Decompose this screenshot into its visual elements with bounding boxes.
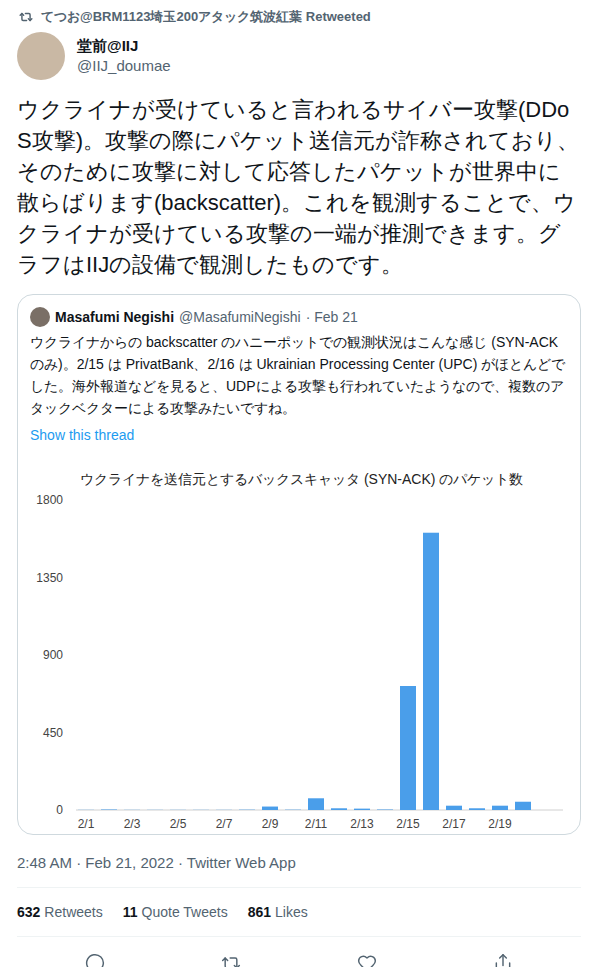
chart-bar [170,809,186,810]
stats-row: 632Retweets 11Quote Tweets 861Likes [17,887,581,937]
tweet-text: ウクライナが受けていると言われるサイバー攻撃(DDoS攻撃)。攻撃の際にパケット… [17,94,581,280]
quote-author-handle[interactable]: @MasafumiNegishi [179,307,301,327]
quote-header: Masafumi Negishi@MasafumiNegishi· Feb 21 [30,307,568,327]
share-icon [493,953,513,967]
chart-bar [78,809,94,810]
chart-bar [308,798,324,810]
retweet-banner: てつお@BRM1123埼玉200アタック筑波紅葉 Retweeted [17,8,581,26]
retweet-button[interactable] [217,949,245,967]
x-label: 2/9 [262,817,279,831]
x-label: 2/17 [442,817,466,831]
tweet-header: 堂前@IIJ@IIJ_doumae [17,32,581,80]
reply-button[interactable] [81,949,109,967]
chart-bar [469,808,485,810]
quote-avatar[interactable] [30,307,50,327]
stat-count: 861 [248,902,271,922]
stat-item[interactable]: 861Likes [248,902,308,922]
quote-text: ウクライナからの backscatter のハニーポットでの観測状況はこんな感じ… [30,331,568,419]
x-label: 2/3 [124,817,141,831]
chart-bar [423,533,439,810]
y-tick: 450 [43,726,63,740]
chart-bar [377,809,393,811]
stat-item[interactable]: 11Quote Tweets [123,902,228,922]
chart-bar [216,809,232,810]
stat-count: 632 [17,902,40,922]
chart-bar [331,808,347,810]
chart-bar [492,806,508,810]
stat-label: Retweets [44,902,102,922]
chart-bar [515,802,531,810]
y-tick: 1350 [36,571,63,585]
like-button[interactable] [353,949,381,967]
x-label: 2/7 [216,817,233,831]
stat-count: 11 [123,902,138,922]
y-tick: 900 [43,648,63,662]
retweet-icon [19,10,33,24]
y-tick: 0 [56,803,63,817]
chart-bar [354,809,370,810]
chart-bar [147,809,163,810]
stat-label: Likes [275,902,308,922]
quote-author-name[interactable]: Masafumi Negishi [55,307,174,327]
x-label: 2/15 [396,817,420,831]
reply-icon [85,953,105,967]
like-icon [357,953,377,967]
retweet-text: てつお@BRM1123埼玉200アタック筑波紅葉 Retweeted [41,8,371,26]
stat-label: Quote Tweets [142,902,228,922]
chart-bar [400,686,416,810]
author-avatar[interactable] [17,32,65,80]
tweet-page: てつお@BRM1123埼玉200アタック筑波紅葉 Retweeted 堂前@IIJ… [0,0,598,967]
x-label: 2/5 [170,817,187,831]
author-handle[interactable]: @IIJ_doumae [77,56,171,76]
stat-item[interactable]: 632Retweets [17,902,103,922]
action-bar [17,937,581,967]
x-label: 2/11 [305,817,328,831]
chart-bar [124,809,140,810]
x-label: 2/13 [350,817,374,831]
chart-bar [262,807,278,810]
show-thread-link[interactable]: Show this thread [30,425,568,445]
chart-bar [239,809,255,810]
chart: ウクライナを送信元とするバックスキャッタ (SYN-ACK) のパケット数180… [18,467,580,834]
x-label: 2/19 [488,817,512,831]
quote-card[interactable]: Masafumi Negishi@MasafumiNegishi· Feb 21… [17,294,581,835]
share-button[interactable] [489,949,517,967]
y-tick: 1800 [36,493,63,507]
chart-title: ウクライナを送信元とするバックスキャッタ (SYN-ACK) のパケット数 [18,467,580,489]
author-name[interactable]: 堂前@IIJ [77,36,171,56]
x-label: 2/1 [78,817,95,831]
bar-chart: 1800 1350 900 450 0 2/1 2/3 2/5 2/7 2/9 2/11 2/13 2/… [18,489,580,834]
chart-bar [101,809,117,811]
tweet-timestamp[interactable]: 2:48 AM · Feb 21, 2022 · Twitter Web App [17,853,581,887]
chart-bar [285,809,301,810]
chart-bar [446,806,462,810]
chart-bar [193,809,209,810]
quote-date[interactable]: · Feb 21 [306,307,358,327]
retweet-icon [221,953,241,967]
